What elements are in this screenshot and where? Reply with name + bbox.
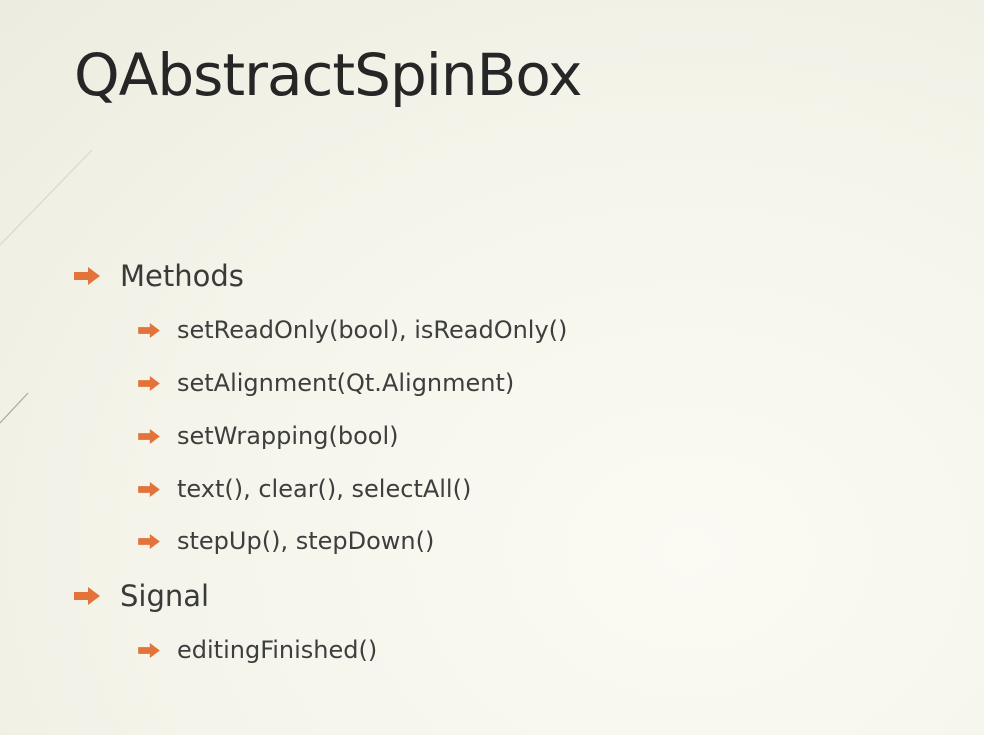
arrow-bullet-icon — [138, 428, 160, 444]
arrow-bullet-icon — [138, 322, 160, 338]
section-label: Signal — [120, 579, 210, 613]
bullet-signal: Signal — [74, 579, 209, 613]
list-item-text: setWrapping(bool) — [177, 422, 399, 450]
list-item-text: editingFinished() — [177, 636, 378, 664]
arrow-bullet-icon — [74, 267, 100, 285]
bullet-methods: Methods — [74, 259, 244, 293]
list-item: text(), clear(), selectAll() — [138, 475, 471, 503]
arrow-bullet-icon — [138, 481, 160, 497]
list-item: stepUp(), stepDown() — [138, 527, 434, 555]
list-item-text: text(), clear(), selectAll() — [177, 475, 472, 503]
arrow-bullet-icon — [138, 533, 160, 549]
section-label: Methods — [120, 259, 244, 293]
slide: QAbstractSpinBox Methods setReadOnly(boo… — [0, 0, 984, 735]
list-item-text: setReadOnly(bool), isReadOnly() — [177, 316, 568, 344]
arrow-bullet-icon — [74, 587, 100, 605]
list-item: setReadOnly(bool), isReadOnly() — [138, 316, 567, 344]
list-item: setAlignment(Qt.Alignment) — [138, 369, 514, 397]
list-item-text: setAlignment(Qt.Alignment) — [177, 369, 515, 397]
list-item: editingFinished() — [138, 636, 377, 664]
arrow-bullet-icon — [138, 375, 160, 391]
list-item: setWrapping(bool) — [138, 422, 398, 450]
slide-body: Methods setReadOnly(bool), isReadOnly() … — [0, 0, 984, 735]
list-item-text: stepUp(), stepDown() — [177, 527, 435, 555]
arrow-bullet-icon — [138, 642, 160, 658]
